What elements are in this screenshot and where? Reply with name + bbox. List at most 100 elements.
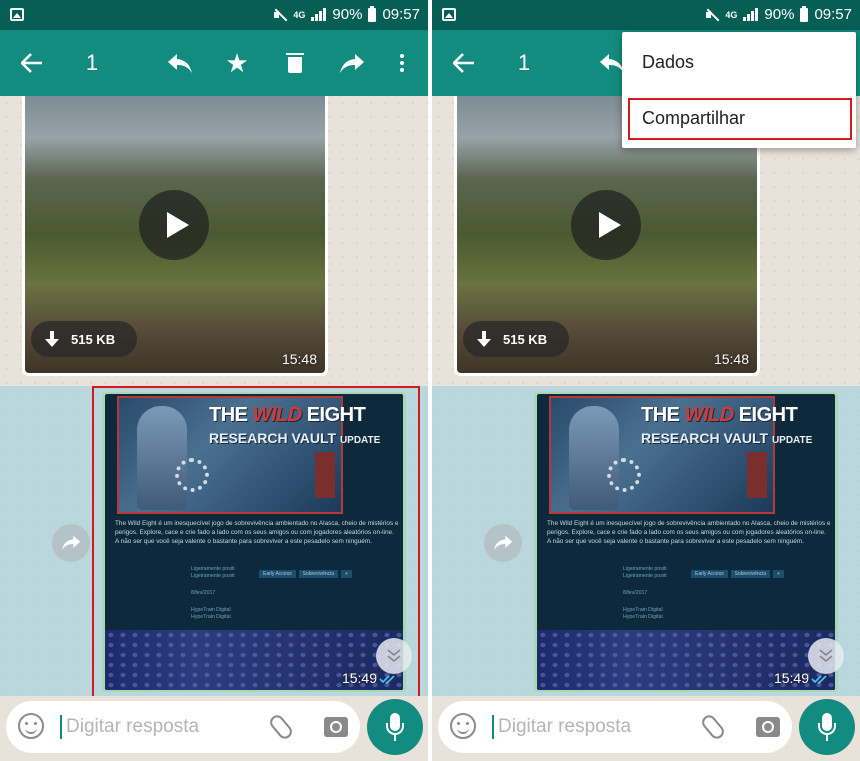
back-button[interactable] (446, 30, 482, 96)
voice-record-button[interactable] (799, 699, 855, 755)
text-caret (60, 715, 62, 739)
selected-count: 1 (85, 50, 99, 75)
signal-icon (311, 8, 327, 21)
selection-action-bar: 1 ★ (0, 30, 428, 96)
network-type: 4G (293, 9, 306, 20)
status-bar: 4G 90% 09:57 (0, 0, 428, 30)
play-button[interactable] (571, 190, 641, 260)
input-bar (0, 696, 428, 761)
quick-forward-button[interactable] (52, 524, 90, 562)
battery-percent: 90% (764, 6, 795, 23)
robot-graphic (747, 452, 767, 498)
star-button[interactable]: ★ (222, 30, 252, 96)
image-message[interactable]: THE WILD EIGHT RESEARCH VAULT UPDATE The… (102, 392, 406, 692)
selected-count: 1 (517, 50, 531, 75)
attach-icon[interactable] (699, 712, 727, 742)
gallery-notification-icon (10, 8, 24, 21)
tag: Early Access (259, 570, 296, 578)
chevron-down-icon (387, 649, 401, 663)
message-input[interactable] (66, 715, 256, 739)
mute-icon (273, 8, 287, 22)
meta-value: 8/fev/2017 (191, 590, 216, 596)
meta-value: Ligeiramente positi (623, 566, 667, 572)
play-button[interactable] (139, 190, 209, 260)
signal-icon (743, 8, 759, 21)
arrow-back-icon (453, 53, 474, 73)
tag: Early Access (691, 570, 728, 578)
overflow-menu: Dados Compartilhar (622, 32, 856, 148)
meta-value: Ligeiramente positi (191, 573, 235, 579)
battery-icon (800, 5, 809, 22)
scroll-down-button[interactable] (376, 638, 412, 674)
left-screen: 4G 90% 09:57 1 ★ 515 KB 15:48 THE WILD E… (0, 0, 428, 761)
game-subtitle: RESEARCH VAULT UPDATE (641, 430, 813, 446)
video-message[interactable]: 515 KB 15:48 (22, 96, 328, 376)
game-description: The Wild Eight é um inesquecível jogo de… (547, 520, 831, 545)
forward-button[interactable] (337, 30, 367, 96)
arrow-back-icon (21, 53, 42, 73)
menu-item-info[interactable]: Dados (622, 34, 856, 90)
game-title: THE WILD EIGHT (209, 404, 366, 426)
message-input[interactable] (498, 715, 688, 739)
download-button[interactable]: 515 KB (31, 321, 137, 357)
network-type: 4G (725, 9, 738, 20)
image-content: THE WILD EIGHT RESEARCH VAULT UPDATE The… (105, 394, 403, 690)
image-content: THE WILD EIGHT RESEARCH VAULT UPDATE The… (537, 394, 835, 690)
tag: Sobrevivência (298, 570, 339, 578)
tag: + (773, 570, 784, 578)
menu-item-share[interactable]: Compartilhar (622, 90, 856, 146)
read-receipt-icon (379, 675, 395, 684)
reply-button[interactable] (165, 30, 195, 96)
download-icon (45, 331, 59, 347)
right-screen: 4G 90% 09:57 1 515 KB 15:48 THE WILD EIG… (432, 0, 860, 761)
character-figure (569, 406, 619, 510)
forward-icon (61, 535, 81, 551)
image-message[interactable]: THE WILD EIGHT RESEARCH VAULT UPDATE The… (534, 392, 838, 692)
download-button[interactable]: 515 KB (463, 321, 569, 357)
battery-icon (368, 5, 377, 22)
scroll-down-button[interactable] (808, 638, 844, 674)
camera-icon[interactable] (324, 717, 348, 737)
trash-icon (286, 53, 304, 73)
read-receipt-icon (811, 675, 827, 684)
emoji-icon[interactable] (450, 713, 476, 739)
file-size: 515 KB (503, 331, 548, 347)
meta-value: HypeTrain Digital (191, 607, 231, 613)
attach-icon[interactable] (267, 712, 295, 742)
voice-record-button[interactable] (367, 699, 423, 755)
camera-icon[interactable] (756, 717, 780, 737)
game-subtitle: RESEARCH VAULT UPDATE (209, 430, 381, 446)
emoji-icon[interactable] (18, 713, 44, 739)
video-thumbnail: 515 KB 15:48 (25, 96, 325, 373)
meta-value: 8/fev/2017 (623, 590, 648, 596)
saw-graphic (607, 458, 641, 492)
robot-graphic (315, 452, 335, 498)
status-bar: 4G 90% 09:57 (432, 0, 860, 30)
more-options-button[interactable] (392, 30, 412, 96)
game-description: The Wild Eight é um inesquecível jogo de… (115, 520, 399, 545)
message-time: 15:49 (341, 670, 377, 686)
back-button[interactable] (14, 30, 50, 96)
meta-value: HypeTrain Digital (191, 614, 231, 620)
message-time: 15:49 (773, 670, 809, 686)
file-size: 515 KB (71, 331, 116, 347)
input-bar (432, 696, 860, 761)
gallery-notification-icon (442, 8, 456, 21)
battery-percent: 90% (332, 6, 363, 23)
tag-list: Early Access Sobrevivência + (259, 570, 352, 578)
message-input-box (438, 701, 792, 753)
meta-value: Ligeiramente positi (191, 566, 235, 572)
clock: 09:57 (814, 6, 852, 23)
tag: Sobrevivência (730, 570, 771, 578)
clock: 09:57 (382, 6, 420, 23)
star-icon: ★ (225, 47, 249, 78)
saw-graphic (175, 458, 209, 492)
meta-value: Ligeiramente positi (623, 573, 667, 579)
forward-icon (340, 54, 364, 73)
meta-value: HypeTrain Digital (623, 614, 663, 620)
forward-icon (493, 535, 513, 551)
text-caret (492, 715, 494, 739)
mute-icon (705, 8, 719, 22)
quick-forward-button[interactable] (484, 524, 522, 562)
delete-button[interactable] (280, 30, 310, 96)
